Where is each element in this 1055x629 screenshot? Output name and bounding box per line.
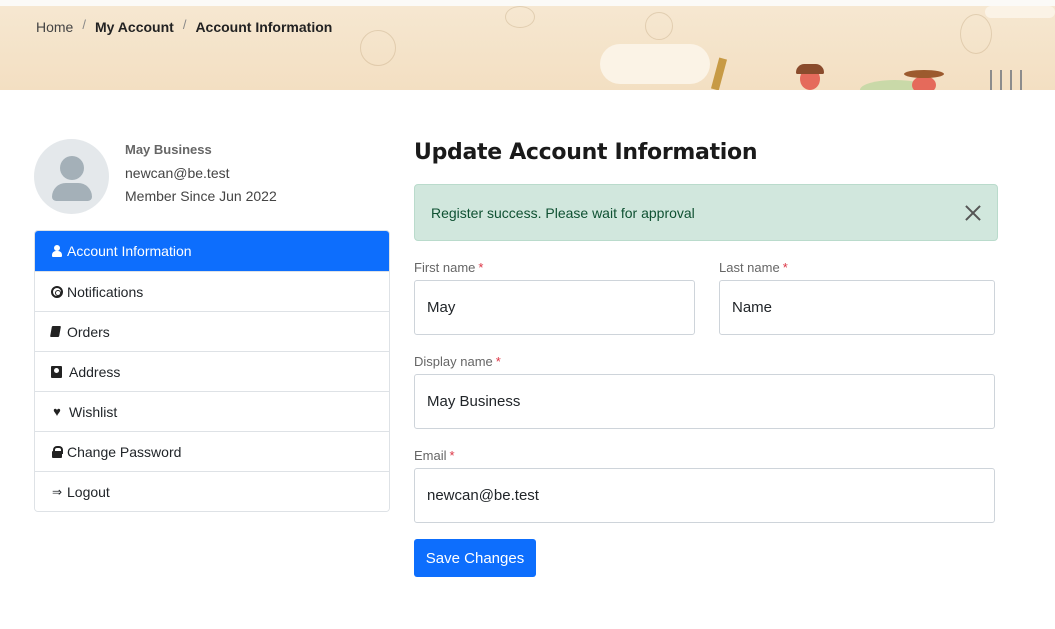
address-book-icon — [51, 365, 62, 378]
sidebar-item-label: Orders — [67, 323, 110, 340]
breadcrumb-my-account[interactable]: My Account — [95, 19, 174, 35]
breadcrumb-current: Account Information — [195, 19, 333, 35]
alert-message: Register success. Please wait for approv… — [431, 205, 695, 221]
life-ring-icon — [51, 285, 63, 298]
banner-doodle — [505, 6, 535, 28]
banner-character-hat — [904, 70, 944, 78]
sidebar-item-label: Notifications — [67, 283, 144, 300]
sidebar-item-orders[interactable]: Orders — [35, 311, 389, 351]
last-name-label: Last name * — [719, 260, 788, 275]
sidebar-item-account-information[interactable]: Account Information — [35, 231, 389, 271]
sidebar-item-label: Account Information — [67, 243, 192, 259]
required-marker: * — [495, 354, 501, 369]
banner-fork-icon — [990, 70, 1030, 90]
banner-doodle — [360, 30, 396, 66]
profile-member-since: Member Since Jun 2022 — [125, 188, 277, 204]
logout-icon: ⇒ — [51, 484, 63, 499]
sidebar-item-logout[interactable]: ⇒ Logout — [35, 471, 389, 511]
banner-stick — [710, 57, 728, 90]
display-name-field[interactable] — [414, 374, 995, 429]
sidebar-item-wishlist[interactable]: ♥ Wishlist — [35, 391, 389, 431]
email-field[interactable] — [414, 468, 995, 523]
lock-icon — [51, 445, 63, 458]
banner-character-hat — [796, 64, 824, 74]
banner-top-line — [0, 0, 1055, 6]
avatar-head — [60, 156, 84, 180]
display-name-label-text: Display name — [414, 354, 493, 369]
breadcrumb-home[interactable]: Home — [36, 19, 73, 35]
book-icon — [50, 326, 61, 337]
sidebar-item-label: Address — [69, 363, 121, 380]
first-name-label-text: First name — [414, 260, 476, 275]
page-title: Update Account Information — [414, 140, 758, 165]
last-name-label-text: Last name — [719, 260, 780, 275]
profile-name: May Business — [125, 142, 212, 157]
heart-icon: ♥ — [53, 404, 61, 419]
profile-email: newcan@be.test — [125, 165, 230, 181]
display-name-label: Display name * — [414, 354, 501, 369]
breadcrumb: Home / My Account / Account Information — [36, 16, 333, 36]
page-banner: Home / My Account / Account Information — [0, 0, 1055, 90]
profile-card: May Business newcan@be.test Member Since… — [34, 139, 390, 219]
email-label-text: Email — [414, 448, 447, 463]
first-name-field[interactable] — [414, 280, 695, 335]
banner-cloud — [600, 44, 710, 84]
account-sidebar-menu: Account Information Notifications Orders… — [34, 230, 390, 512]
close-icon[interactable] — [964, 204, 982, 222]
banner-doodle — [645, 12, 673, 40]
sidebar-item-label: Change Password — [67, 443, 182, 460]
breadcrumb-separator: / — [182, 16, 187, 32]
save-changes-button[interactable]: Save Changes — [414, 539, 536, 577]
breadcrumb-separator: / — [82, 16, 86, 32]
sidebar-item-notifications[interactable]: Notifications — [35, 271, 389, 311]
required-marker: * — [782, 260, 788, 275]
required-marker: * — [449, 448, 455, 463]
banner-doodle — [960, 14, 992, 54]
required-marker: * — [478, 260, 484, 275]
sidebar-item-change-password[interactable]: Change Password — [35, 431, 389, 471]
avatar — [34, 139, 109, 214]
sidebar-item-label: Logout — [67, 483, 110, 500]
last-name-field[interactable] — [719, 280, 995, 335]
email-label: Email * — [414, 448, 455, 463]
sidebar-item-address[interactable]: Address — [35, 351, 389, 391]
avatar-body — [52, 183, 92, 201]
first-name-label: First name * — [414, 260, 483, 275]
banner-character-head — [912, 76, 936, 90]
sidebar-item-label: Wishlist — [69, 403, 118, 420]
banner-cloud — [985, 6, 1055, 18]
success-alert: Register success. Please wait for approv… — [414, 184, 998, 241]
user-icon — [51, 245, 63, 257]
